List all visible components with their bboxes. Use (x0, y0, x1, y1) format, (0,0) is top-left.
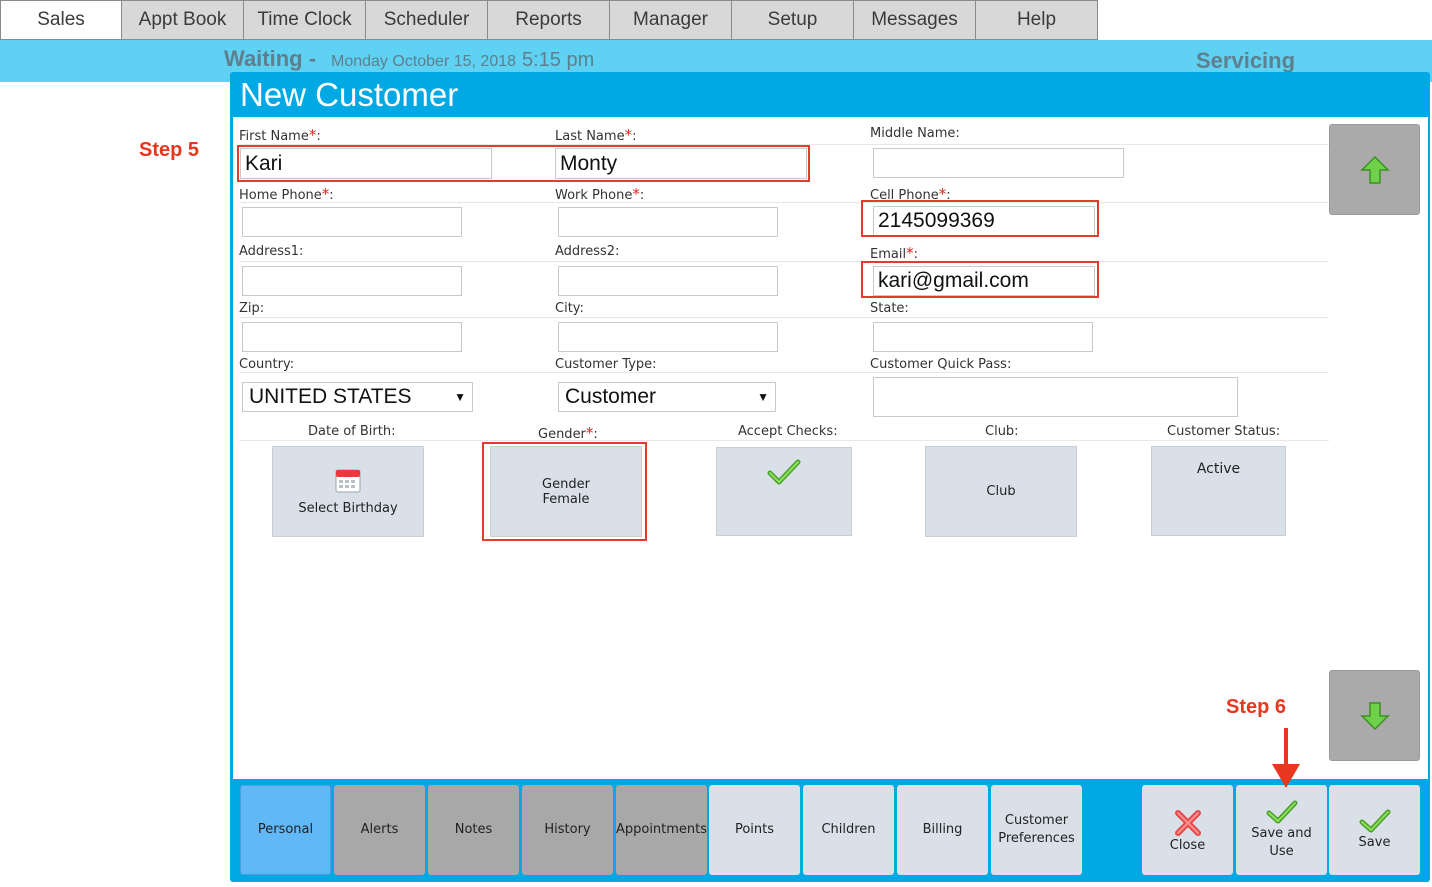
servicing-label: Servicing (1196, 48, 1296, 73)
tab-alerts[interactable]: Alerts (334, 785, 425, 875)
step-6-arrow-icon (1272, 728, 1300, 788)
waiting-date: Monday October 15, 2018 (331, 53, 517, 70)
nav-tab-manager[interactable]: Manager (610, 0, 732, 40)
tab-children[interactable]: Children (803, 785, 894, 875)
tab-points[interactable]: Points (709, 785, 800, 875)
close-x-icon (1174, 810, 1201, 836)
city-field[interactable] (558, 322, 778, 352)
row-divider (239, 372, 1329, 373)
home-phone-field[interactable] (242, 207, 462, 237)
address2-label: Address2: (555, 244, 620, 259)
country-label: Country: (239, 357, 295, 372)
last-name-label: Last Name*: (555, 126, 637, 144)
city-label: City: (555, 301, 584, 316)
address1-label: Address1: (239, 244, 304, 259)
work-phone-label: Work Phone*: (555, 185, 645, 203)
quick-pass-label: Customer Quick Pass: (870, 357, 1012, 372)
dob-label: Date of Birth: (308, 424, 396, 439)
state-field[interactable] (873, 322, 1093, 352)
nav-tab-appt-book[interactable]: Appt Book (122, 0, 244, 40)
step5-highlight-gender (482, 442, 647, 541)
checkmark-icon (1359, 809, 1390, 833)
nav-tab-help[interactable]: Help (976, 0, 1098, 40)
first-name-label: First Name*: (239, 126, 321, 144)
customer-type-select[interactable]: Customer ▼ (558, 382, 776, 412)
customer-type-label: Customer Type: (555, 357, 657, 372)
middle-name-field[interactable] (873, 148, 1124, 178)
scroll-up-button[interactable] (1329, 124, 1420, 215)
customer-status-label: Customer Status: (1167, 424, 1281, 439)
nav-tab-reports[interactable]: Reports (488, 0, 610, 40)
tab-personal[interactable]: Personal (240, 785, 331, 875)
select-birthday-button[interactable]: Select Birthday (272, 446, 424, 537)
address2-field[interactable] (558, 266, 778, 296)
accept-checks-label: Accept Checks: (738, 424, 838, 439)
tab-history[interactable]: History (522, 785, 613, 875)
close-button[interactable]: Close (1142, 785, 1233, 875)
scroll-down-button[interactable] (1329, 670, 1420, 761)
home-phone-label: Home Phone*: (239, 185, 334, 203)
accept-checks-toggle[interactable] (716, 447, 852, 536)
dropdown-arrow-icon: ▼ (454, 390, 466, 404)
nav-tab-time-clock[interactable]: Time Clock (244, 0, 366, 40)
customer-status-button[interactable]: Active (1151, 446, 1286, 536)
nav-tab-sales[interactable]: Sales (0, 0, 122, 40)
middle-name-label: Middle Name: (870, 126, 960, 141)
save-and-use-button[interactable]: Save and Use (1236, 785, 1327, 875)
tab-billing[interactable]: Billing (897, 785, 988, 875)
quick-pass-field[interactable] (873, 377, 1238, 417)
checkmark-icon (767, 459, 801, 485)
country-select[interactable]: UNITED STATES ▼ (242, 382, 473, 412)
state-label: State: (870, 301, 909, 316)
step5-highlight-cell-phone (861, 200, 1099, 237)
dialog-title: New Customer (240, 76, 459, 113)
zip-label: Zip: (239, 301, 265, 316)
down-arrow-icon (1359, 701, 1390, 730)
checkmark-icon (1266, 800, 1297, 824)
row-divider (239, 202, 1329, 203)
email-label: Email*: (870, 244, 918, 262)
nav-tab-messages[interactable]: Messages (854, 0, 976, 40)
step-5-annotation: Step 5 (139, 139, 200, 161)
waiting-time: 5:15 pm (522, 49, 595, 71)
club-button[interactable]: Club (925, 446, 1077, 537)
dropdown-arrow-icon: ▼ (757, 390, 769, 404)
waiting-label: Waiting - (224, 46, 317, 71)
address1-field[interactable] (242, 266, 462, 296)
row-divider (239, 317, 1329, 318)
nav-tab-scheduler[interactable]: Scheduler (366, 0, 488, 40)
step-6-annotation: Step 6 (1226, 696, 1287, 718)
up-arrow-icon (1359, 155, 1390, 184)
top-nav: Sales Appt Book Time Clock Scheduler Rep… (0, 0, 1098, 40)
step5-highlight-name (237, 145, 810, 182)
gender-label: Gender*: (538, 424, 598, 442)
club-label: Club: (985, 424, 1019, 439)
new-customer-dialog: New Customer First Name*: Last Name*: Mi… (230, 72, 1430, 882)
step5-highlight-email (861, 261, 1099, 298)
tab-notes[interactable]: Notes (428, 785, 519, 875)
tab-customer-preferences[interactable]: Customer Preferences (991, 785, 1082, 875)
calendar-icon (335, 469, 361, 493)
dialog-body: First Name*: Last Name*: Middle Name: Ho… (233, 117, 1428, 779)
zip-field[interactable] (242, 322, 462, 352)
row-divider (239, 261, 1329, 262)
save-button[interactable]: Save (1329, 785, 1420, 875)
row-divider (239, 440, 1329, 441)
tab-appointments[interactable]: Appointments (616, 785, 707, 875)
work-phone-field[interactable] (558, 207, 778, 237)
nav-tab-setup[interactable]: Setup (732, 0, 854, 40)
